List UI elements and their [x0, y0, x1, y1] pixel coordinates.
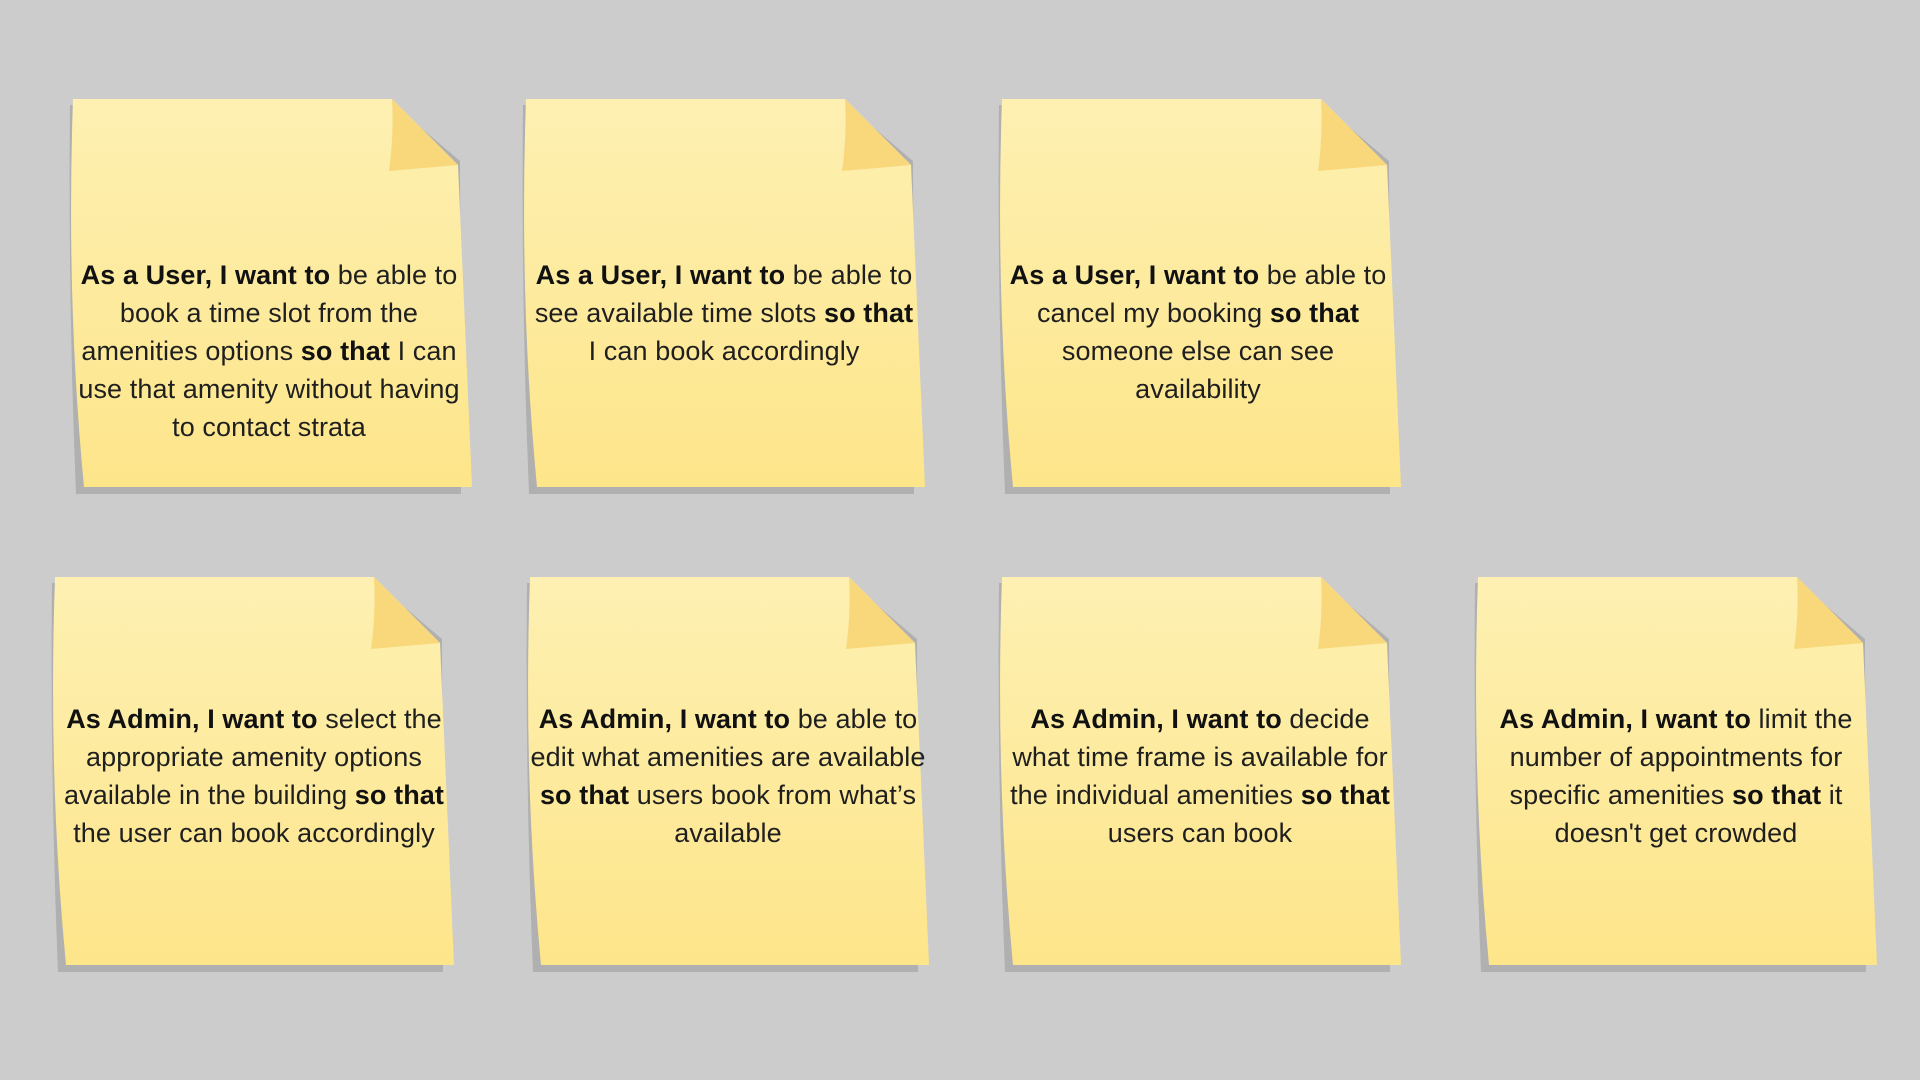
- story-benefit: users book from what’s available: [629, 780, 917, 848]
- sticky-note-3[interactable]: As a User, I want to be able to cancel m…: [993, 99, 1401, 494]
- story-so-that: so that: [1731, 780, 1822, 810]
- story-so-that: so that: [354, 780, 444, 810]
- sticky-note-2-text: As a User, I want to be able to see avai…: [531, 256, 917, 370]
- sticky-note-6-text: As Admin, I want to decide what time fra…: [1005, 700, 1395, 852]
- sticky-note-4-text: As Admin, I want to select the appropria…: [54, 700, 454, 852]
- story-role: As a User, I want to: [535, 260, 786, 290]
- sticky-note-5-text: As Admin, I want to be able to edit what…: [529, 700, 927, 852]
- story-role: As Admin, I want to: [1030, 704, 1282, 734]
- story-benefit: I can book accordingly: [588, 336, 860, 366]
- story-so-that: so that: [300, 336, 390, 366]
- story-so-that: so that: [1269, 298, 1360, 328]
- sticky-note-2[interactable]: As a User, I want to be able to see avai…: [517, 99, 925, 494]
- sticky-note-6[interactable]: As Admin, I want to decide what time fra…: [993, 577, 1401, 972]
- story-role: As a User, I want to: [1009, 260, 1260, 290]
- story-so-that: so that: [823, 298, 914, 328]
- story-role: As a User, I want to: [80, 260, 331, 290]
- story-so-that: so that: [1300, 780, 1390, 810]
- sticky-note-5[interactable]: As Admin, I want to be able to edit what…: [521, 577, 929, 972]
- sticky-note-7-text: As Admin, I want to limit the number of …: [1479, 700, 1873, 852]
- story-role: As Admin, I want to: [538, 704, 791, 734]
- sticky-note-1-text: As a User, I want to be able to book a t…: [74, 256, 464, 446]
- sticky-note-4[interactable]: As Admin, I want to select the appropria…: [46, 577, 454, 972]
- sticky-note-3-text: As a User, I want to be able to cancel m…: [1003, 256, 1393, 408]
- story-role: As Admin, I want to: [66, 704, 318, 734]
- sticky-note-1[interactable]: As a User, I want to be able to book a t…: [64, 99, 472, 494]
- story-benefit: someone else can see availability: [1061, 336, 1335, 404]
- story-role: As Admin, I want to: [1499, 704, 1751, 734]
- sticky-note-board: As a User, I want to be able to book a t…: [0, 0, 1920, 1080]
- story-so-that: so that: [539, 780, 630, 810]
- story-benefit: users can book: [1107, 818, 1293, 848]
- story-benefit: the user can book accordingly: [73, 818, 435, 848]
- sticky-note-7[interactable]: As Admin, I want to limit the number of …: [1469, 577, 1877, 972]
